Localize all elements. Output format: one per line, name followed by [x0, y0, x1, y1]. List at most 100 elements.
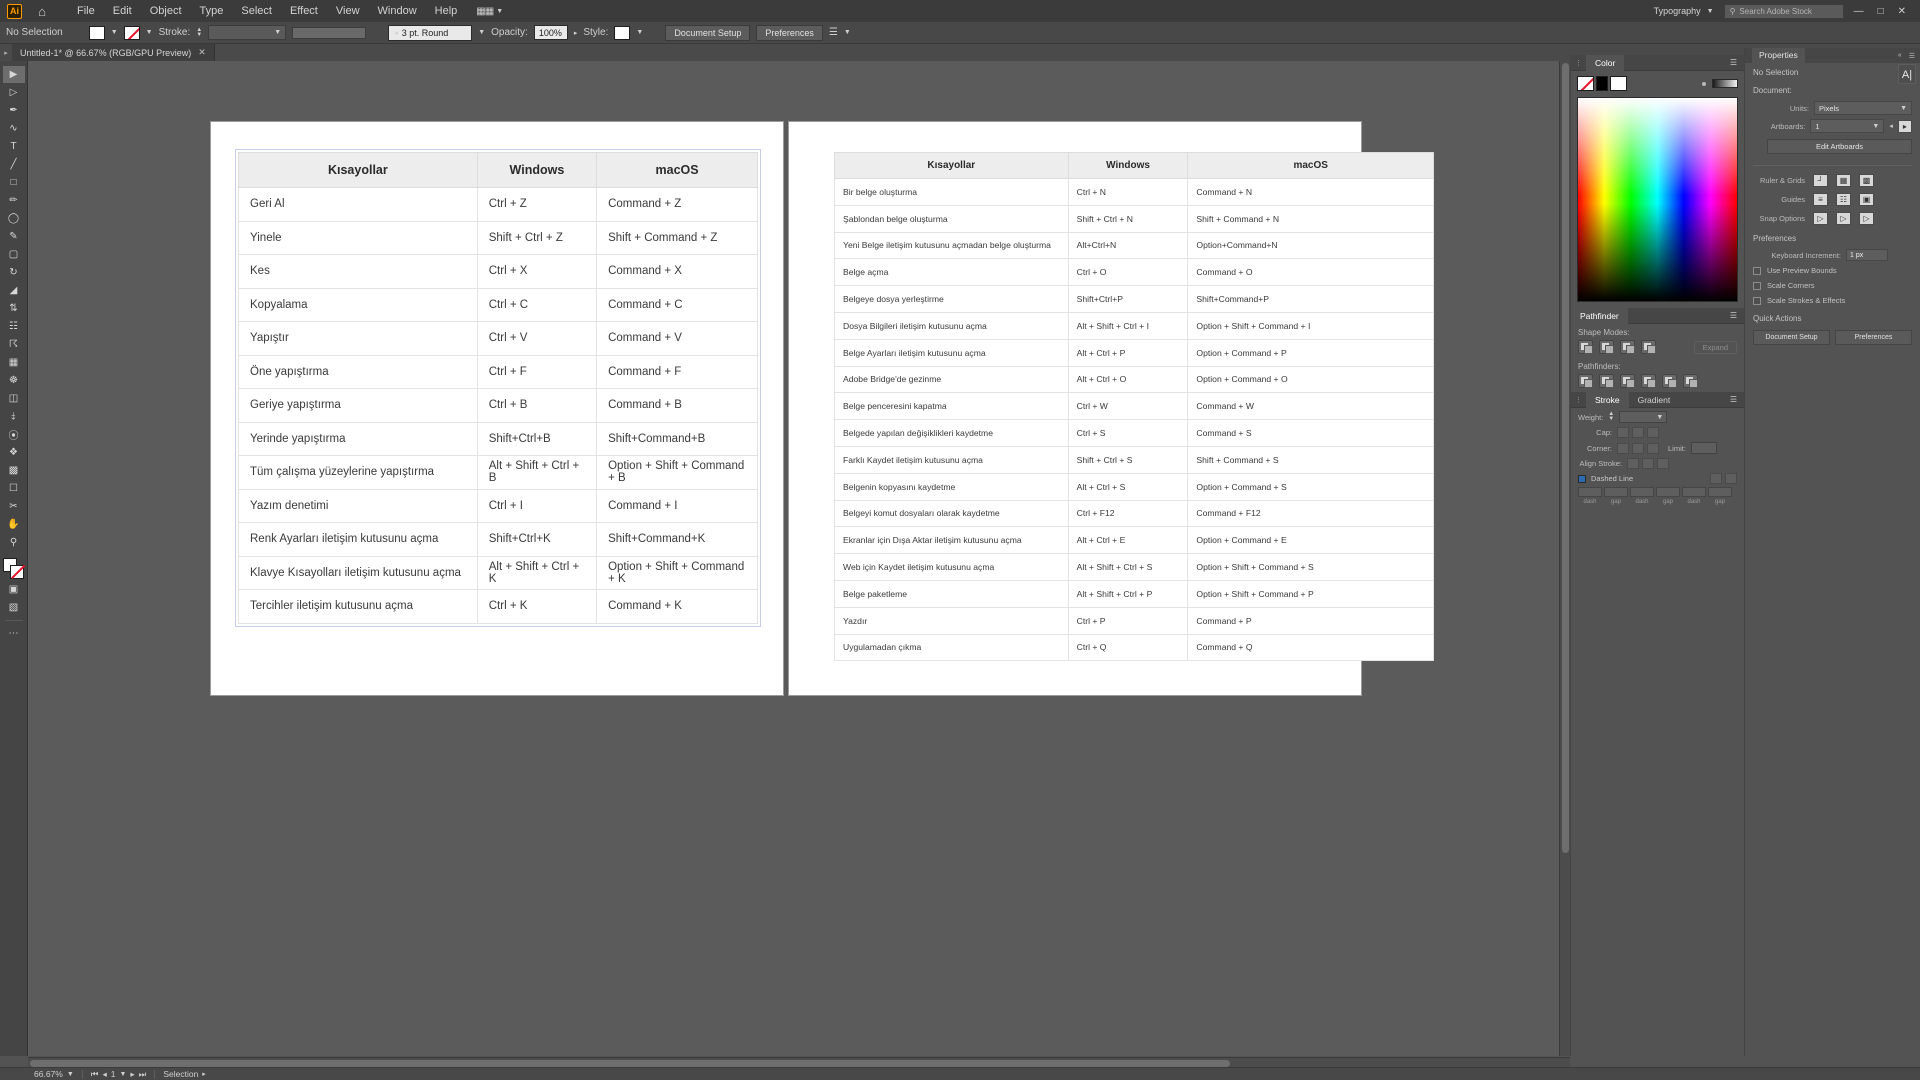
align-options-icon[interactable]: ☰	[829, 27, 838, 38]
dash-align-icon[interactable]	[1725, 473, 1737, 484]
preferences-button[interactable]: Preferences	[1835, 330, 1912, 345]
trim-icon[interactable]	[1599, 374, 1614, 388]
type-tool[interactable]: T	[3, 138, 25, 155]
dash-preserve-icon[interactable]	[1710, 473, 1722, 484]
tab-color[interactable]: Color	[1586, 54, 1625, 71]
show-grid-icon[interactable]: ▦	[1836, 174, 1851, 187]
width-tool[interactable]: ⇅	[3, 300, 25, 317]
scale-strokes-effects-checkbox[interactable]	[1753, 296, 1761, 305]
brush-definition-select[interactable]: ◂ 3 pt. Round	[388, 24, 473, 41]
artboard-prev-icon[interactable]: ◂	[1889, 122, 1893, 130]
snap-to-grid-icon[interactable]: ▷	[1836, 212, 1851, 225]
divide-icon[interactable]	[1578, 374, 1593, 388]
home-icon[interactable]: ⌂	[32, 4, 52, 19]
artboard-navigation[interactable]: ⏮ ◂ 1 ▼ ▸ ⏭	[91, 1069, 147, 1080]
screen-mode-tool[interactable]: ▣	[3, 581, 25, 598]
tab-gradient[interactable]: Gradient	[1629, 392, 1680, 408]
perspective-grid-tool[interactable]: ▦	[3, 354, 25, 371]
show-transparency-grid-icon[interactable]: ▩	[1859, 174, 1874, 187]
panel-grip-icon[interactable]: ⋮	[1571, 396, 1586, 404]
panel-menu-icon[interactable]: ☰	[1730, 311, 1744, 320]
artboard-1[interactable]: Kısayollar Windows macOS Geri Al Ctrl + Z…	[211, 122, 783, 695]
gap-field-2[interactable]	[1656, 487, 1680, 497]
zoom-tool[interactable]: ⚲	[3, 534, 25, 551]
artboard-prev-icon[interactable]: ◂	[102, 1069, 106, 1080]
more-tools-icon[interactable]: ⋯	[3, 625, 25, 642]
round-cap-icon[interactable]	[1632, 427, 1644, 438]
symbol-sprayer-tool[interactable]: ❖	[3, 444, 25, 461]
document-setup-button[interactable]: Document Setup	[1753, 330, 1830, 345]
curvature-tool[interactable]: ∿	[3, 120, 25, 137]
document-setup-button[interactable]: Document Setup	[665, 24, 751, 41]
tool-stroke-swatch[interactable]	[9, 565, 24, 579]
paintbrush-tool[interactable]: ✏	[3, 192, 25, 209]
stroke-weight-select[interactable]: ▼	[208, 25, 287, 40]
artboard-2[interactable]: Kısayollar Windows macOS Bir belge oluşt…	[789, 122, 1434, 695]
menu-item-help[interactable]: Help	[426, 0, 467, 22]
column-graph-tool[interactable]: ▩	[3, 462, 25, 479]
panel-menu-icon[interactable]: ☰	[1909, 52, 1915, 60]
bevel-join-icon[interactable]	[1647, 442, 1659, 454]
align-inside-stroke-icon[interactable]	[1642, 458, 1654, 469]
outline-icon[interactable]	[1662, 374, 1677, 388]
menu-item-object[interactable]: Object	[141, 0, 191, 22]
keyboard-increment-input[interactable]: 1 px	[1846, 249, 1888, 261]
shape-builder-tool[interactable]: ☈	[3, 336, 25, 353]
shaper-tool[interactable]: ◯	[3, 210, 25, 227]
brush-chevron-icon[interactable]: ▼	[478, 29, 485, 36]
artboard-next-icon[interactable]: ▸	[130, 1069, 134, 1080]
ai-assistant-icon[interactable]: A|	[1898, 64, 1916, 84]
minus-front-icon[interactable]	[1599, 340, 1614, 354]
fill-stroke-swatches[interactable]	[2, 558, 25, 580]
stroke-swatch[interactable]	[123, 25, 140, 40]
miter-limit-input[interactable]	[1690, 442, 1717, 454]
stroke-profile-bar[interactable]	[292, 26, 367, 39]
style-chevron-icon[interactable]: ▼	[636, 29, 643, 36]
pen-tool[interactable]: ✒	[3, 102, 25, 119]
snap-to-pixel-icon[interactable]: ▷	[1859, 212, 1874, 225]
menu-item-edit[interactable]: Edit	[104, 0, 141, 22]
show-rulers-icon[interactable]: ┘	[1813, 174, 1828, 187]
panel-grip-icon[interactable]: ⋮	[1571, 59, 1586, 67]
dash-field-2[interactable]	[1630, 487, 1654, 497]
canvas-area[interactable]: Kısayollar Windows macOS Geri Al Ctrl + Z…	[28, 61, 1570, 1056]
drawing-mode-tool[interactable]: ▧	[3, 599, 25, 616]
blend-tool[interactable]: ⦿	[3, 426, 25, 443]
dash-field-3[interactable]	[1682, 487, 1706, 497]
color-swatch-none[interactable]	[1577, 76, 1594, 91]
app-logo-icon[interactable]: Ai	[7, 3, 22, 19]
artboard-first-icon[interactable]: ⏮	[91, 1069, 99, 1080]
window-maximize-icon[interactable]: □	[1878, 6, 1884, 17]
show-guides-icon[interactable]: ≡	[1813, 193, 1828, 206]
color-spectrum[interactable]	[1577, 97, 1738, 302]
preferences-button[interactable]: Preferences	[756, 24, 823, 41]
color-swatch-black[interactable]	[1596, 76, 1608, 91]
use-preview-bounds-checkbox[interactable]	[1753, 266, 1761, 275]
align-center-stroke-icon[interactable]	[1627, 458, 1639, 469]
artboards-select[interactable]: 1 ▼	[1810, 119, 1885, 133]
opacity-chevron-icon[interactable]: ▸	[574, 29, 578, 37]
fill-swatch[interactable]	[88, 25, 105, 40]
units-select[interactable]: Pixels ▼	[1814, 101, 1912, 115]
use-preview-bounds-row[interactable]: Use Preview Bounds	[1745, 263, 1920, 278]
scale-tool[interactable]: ◢	[3, 282, 25, 299]
align-outside-stroke-icon[interactable]	[1657, 458, 1669, 469]
status-tool-indicator[interactable]: Selection ▸	[163, 1069, 205, 1079]
close-icon[interactable]: ✕	[198, 47, 206, 58]
scale-corners-checkbox[interactable]	[1753, 281, 1761, 290]
merge-icon[interactable]	[1620, 374, 1635, 388]
dashed-line-checkbox[interactable]	[1578, 474, 1586, 483]
rectangle-tool[interactable]: □	[3, 174, 25, 191]
dashed-line-row[interactable]: Dashed Line	[1578, 473, 1737, 484]
menu-item-effect[interactable]: Effect	[281, 0, 327, 22]
align-chevron-icon[interactable]: ▼	[844, 29, 851, 36]
gradient-tool[interactable]: ◫	[3, 390, 25, 407]
lock-guides-icon[interactable]: ☷	[1836, 193, 1851, 206]
horizontal-scrollbar-thumb[interactable]	[30, 1060, 1230, 1067]
document-tab[interactable]: Untitled-1* @ 66.67% (RGB/GPU Preview) ✕	[12, 44, 215, 61]
crop-icon[interactable]	[1641, 374, 1656, 388]
stroke-weight-stepper[interactable]: ▲ ▼	[1608, 411, 1614, 422]
vertical-scrollbar[interactable]	[1559, 61, 1570, 1056]
slice-tool[interactable]: ✂	[3, 498, 25, 515]
artboard-next-icon[interactable]: ▸	[1897, 119, 1912, 133]
